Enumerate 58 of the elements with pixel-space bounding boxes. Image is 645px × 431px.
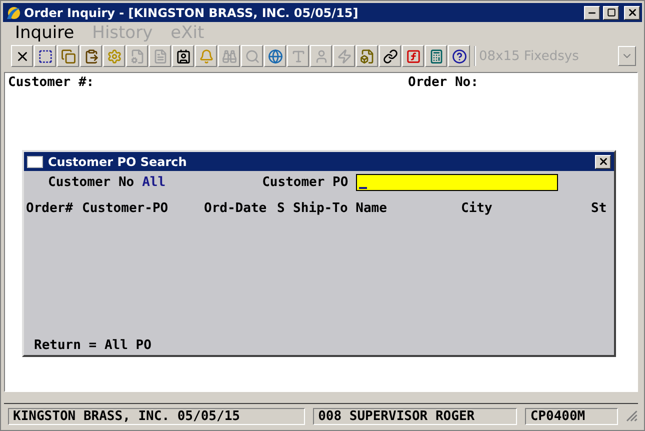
- dialog-title: Customer PO Search: [48, 154, 188, 168]
- person-icon: [314, 48, 328, 64]
- column-header: Ship-To Name: [293, 201, 388, 216]
- minimize-button[interactable]: [584, 6, 600, 20]
- column-header: S: [277, 201, 286, 216]
- close-icon: [598, 156, 608, 167]
- toolbar-button[interactable]: [11, 45, 33, 67]
- column-header: City: [461, 201, 494, 216]
- status-panel: KINGSTON BRASS, INC. 05/05/15: [8, 408, 306, 424]
- settings-icon: [106, 48, 122, 64]
- function-icon: [406, 48, 420, 64]
- document-gear-icon: [130, 48, 144, 64]
- field-label: Customer No: [48, 174, 134, 190]
- help-icon: [452, 48, 466, 64]
- field-label: Customer PO: [262, 174, 348, 190]
- close-icon: [626, 7, 638, 18]
- status-panel: CP0400M: [525, 408, 618, 424]
- letter-icon: [290, 48, 306, 64]
- toolbar-button[interactable]: [34, 45, 56, 67]
- field-value: All: [142, 174, 167, 190]
- close-button[interactable]: [624, 6, 640, 20]
- maximize-button[interactable]: [603, 6, 619, 20]
- clipboard-icon: [84, 48, 98, 64]
- toolbar-button[interactable]: [356, 45, 378, 67]
- app-logo-icon: [5, 4, 21, 20]
- hint-text: Return = All PO: [33, 338, 152, 355]
- bell-icon: [198, 48, 214, 64]
- field-label: Order No:: [408, 75, 478, 90]
- globe-icon: [268, 48, 282, 64]
- dashed-square-icon: [38, 48, 52, 64]
- contact-card-icon: [176, 48, 190, 64]
- maximize-icon: [606, 8, 616, 17]
- close-button[interactable]: [595, 154, 611, 168]
- box-document-icon: [360, 48, 374, 64]
- document-icon: [152, 48, 168, 64]
- column-header: Order#: [26, 201, 74, 216]
- search-icon: [244, 48, 260, 64]
- link-icon: [382, 48, 398, 64]
- toolbar-button[interactable]: [425, 45, 447, 67]
- field-label: Customer #:: [8, 75, 96, 90]
- copy-icon: [60, 48, 76, 64]
- window-title: Order Inquiry - [KINGSTON BRASS, INC. 05/05/15]: [24, 6, 360, 20]
- menu-item[interactable]: Inquire: [15, 23, 74, 43]
- status-panel: 008 SUPERVISOR ROGER: [313, 408, 518, 424]
- toolbar-button[interactable]: [80, 45, 102, 67]
- text-cursor: [359, 186, 368, 188]
- binoculars-icon: [222, 48, 236, 64]
- column-header: Ord-Date: [204, 201, 268, 216]
- toolbar-button[interactable]: [379, 45, 401, 67]
- column-header: St: [591, 201, 608, 216]
- resize-grip-icon: [626, 410, 638, 422]
- toolbar-button[interactable]: [448, 45, 470, 67]
- input-field[interactable]: [356, 174, 558, 190]
- lightning-icon: [336, 48, 352, 64]
- toolbar-button[interactable]: [172, 45, 194, 67]
- column-header: Customer-PO: [82, 201, 170, 216]
- window-icon: [27, 156, 43, 168]
- calculator-icon: [428, 48, 444, 64]
